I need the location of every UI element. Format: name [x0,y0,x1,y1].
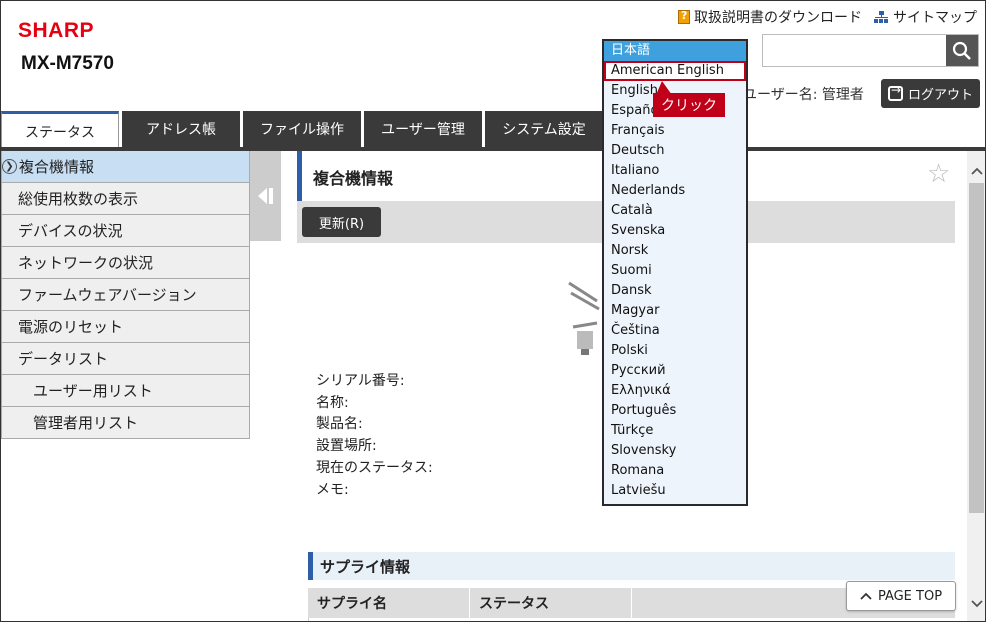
scroll-down-icon[interactable] [967,594,985,614]
sidebar: ❯ 複合機情報 総使用枚数の表示 デバイスの状況 ネットワークの状況 ファームウ… [1,151,250,439]
language-option-hu[interactable]: Magyar [604,301,746,321]
page-title: 複合機情報 [313,169,394,188]
language-option-en-us[interactable]: American English [604,61,746,81]
sidebar-item-firmware-version[interactable]: ファームウェアバージョン [1,279,250,311]
printer-image [568,281,600,355]
location-label: 設置場所: [316,438,377,455]
memo-label: メモ: [316,481,349,498]
sidebar-item-power-reset[interactable]: 電源のリセット [1,311,250,343]
device-info-list: シリアル番号: 名称: 製品名: 設置場所: 現在のステータス: メモ: [316,371,433,501]
manual-download-link[interactable]: 取扱説明書のダウンロード [678,7,862,27]
language-option-pt[interactable]: Português [604,401,746,421]
serial-number-label: シリアル番号: [316,373,405,389]
search-input[interactable] [767,36,947,65]
language-option-de[interactable]: Deutsch [604,141,746,161]
page-top-label: PAGE TOP [877,588,943,604]
language-option-ro[interactable]: Romana [604,461,746,481]
language-option-ru[interactable]: Русский [604,361,746,381]
main-tabs: ステータス アドレス帳 ファイル操作 ユーザー管理 システム設定 [1,111,603,149]
sidebar-item-network-status[interactable]: ネットワークの状況 [1,247,250,279]
tab-address-book[interactable]: アドレス帳 [122,111,240,147]
name-label: 名称: [316,394,349,411]
sidebar-item-admin-list[interactable]: 管理者用リスト [1,407,250,439]
language-option-pl[interactable]: Polski [604,341,746,361]
language-option-el[interactable]: Ελληνικά [604,381,746,401]
supply-section-title: サプライ情報 [320,558,411,576]
chevron-right-icon: ❯ [2,159,17,174]
language-option-ja[interactable]: 日本語 [604,41,746,61]
sitemap-icon [874,10,889,24]
language-option-no[interactable]: Norsk [604,241,746,261]
language-option-nl[interactable]: Nederlands [604,181,746,201]
app-window: SHARP MX-M7570 取扱説明書のダウンロード サイトマップ [0,0,986,622]
language-option-fi[interactable]: Suomi [604,261,746,281]
language-option-sk[interactable]: Slovensky [604,441,746,461]
logout-icon [887,83,903,101]
chevron-up-icon [860,592,872,600]
manual-download-label: 取扱説明書のダウンロード [694,10,862,26]
click-callout: クリック [653,93,725,117]
sidebar-item-data-list[interactable]: データリスト [1,343,250,375]
language-option-tr[interactable]: Türkçe [604,421,746,441]
sitemap-label: サイトマップ [893,10,977,26]
favorite-star-icon[interactable]: ☆ [927,159,950,189]
refresh-button[interactable]: 更新(R) [302,207,381,237]
language-option-da[interactable]: Dansk [604,281,746,301]
sidebar-collapse-button[interactable] [250,151,281,241]
language-option-ca[interactable]: Català [604,201,746,221]
sidebar-item-device-info[interactable]: ❯ 複合機情報 [1,151,250,183]
logout-button[interactable]: ログアウト [881,79,980,108]
column-header-status: ステータス [470,588,632,618]
sitemap-link[interactable]: サイトマップ [874,7,977,27]
model-name: MX-M7570 [21,53,114,74]
sidebar-item-label: 複合機情報 [19,158,95,176]
vertical-scrollbar[interactable] [967,151,985,621]
language-option-it[interactable]: Italiano [604,161,746,181]
sharp-logo: SHARP [18,19,95,42]
tab-status[interactable]: ステータス [1,111,119,149]
language-option-lv[interactable]: Latviešu [604,481,746,501]
column-header-supply-name: サプライ名 [308,588,470,618]
manual-icon [678,9,690,24]
tab-system-settings[interactable]: システム設定 [485,111,603,147]
product-name-label: 製品名: [316,416,363,433]
sidebar-item-user-list[interactable]: ユーザー用リスト [1,375,250,407]
sidebar-item-device-status[interactable]: デバイスの状況 [1,215,250,247]
language-option-cs[interactable]: Čeština [604,321,746,341]
user-name-label: ユーザー名: 管理者 [743,87,864,103]
page-top-button[interactable]: PAGE TOP [846,581,956,611]
language-option-sv[interactable]: Svenska [604,221,746,241]
top-links: 取扱説明書のダウンロード サイトマップ [678,7,977,27]
current-status-label: 現在のステータス: [316,459,433,476]
scrollbar-thumb[interactable] [969,183,984,513]
scroll-up-icon[interactable] [967,161,985,181]
table-row [308,618,955,621]
search-button[interactable] [946,35,978,66]
search-icon [952,41,971,60]
tab-user-management[interactable]: ユーザー管理 [364,111,482,147]
sidebar-item-total-count[interactable]: 総使用枚数の表示 [1,183,250,215]
language-option-fr[interactable]: Français [604,121,746,141]
collapse-left-icon [257,188,273,204]
tab-file-operations[interactable]: ファイル操作 [243,111,361,147]
search-field [762,34,979,67]
logout-label: ログアウト [907,88,973,103]
